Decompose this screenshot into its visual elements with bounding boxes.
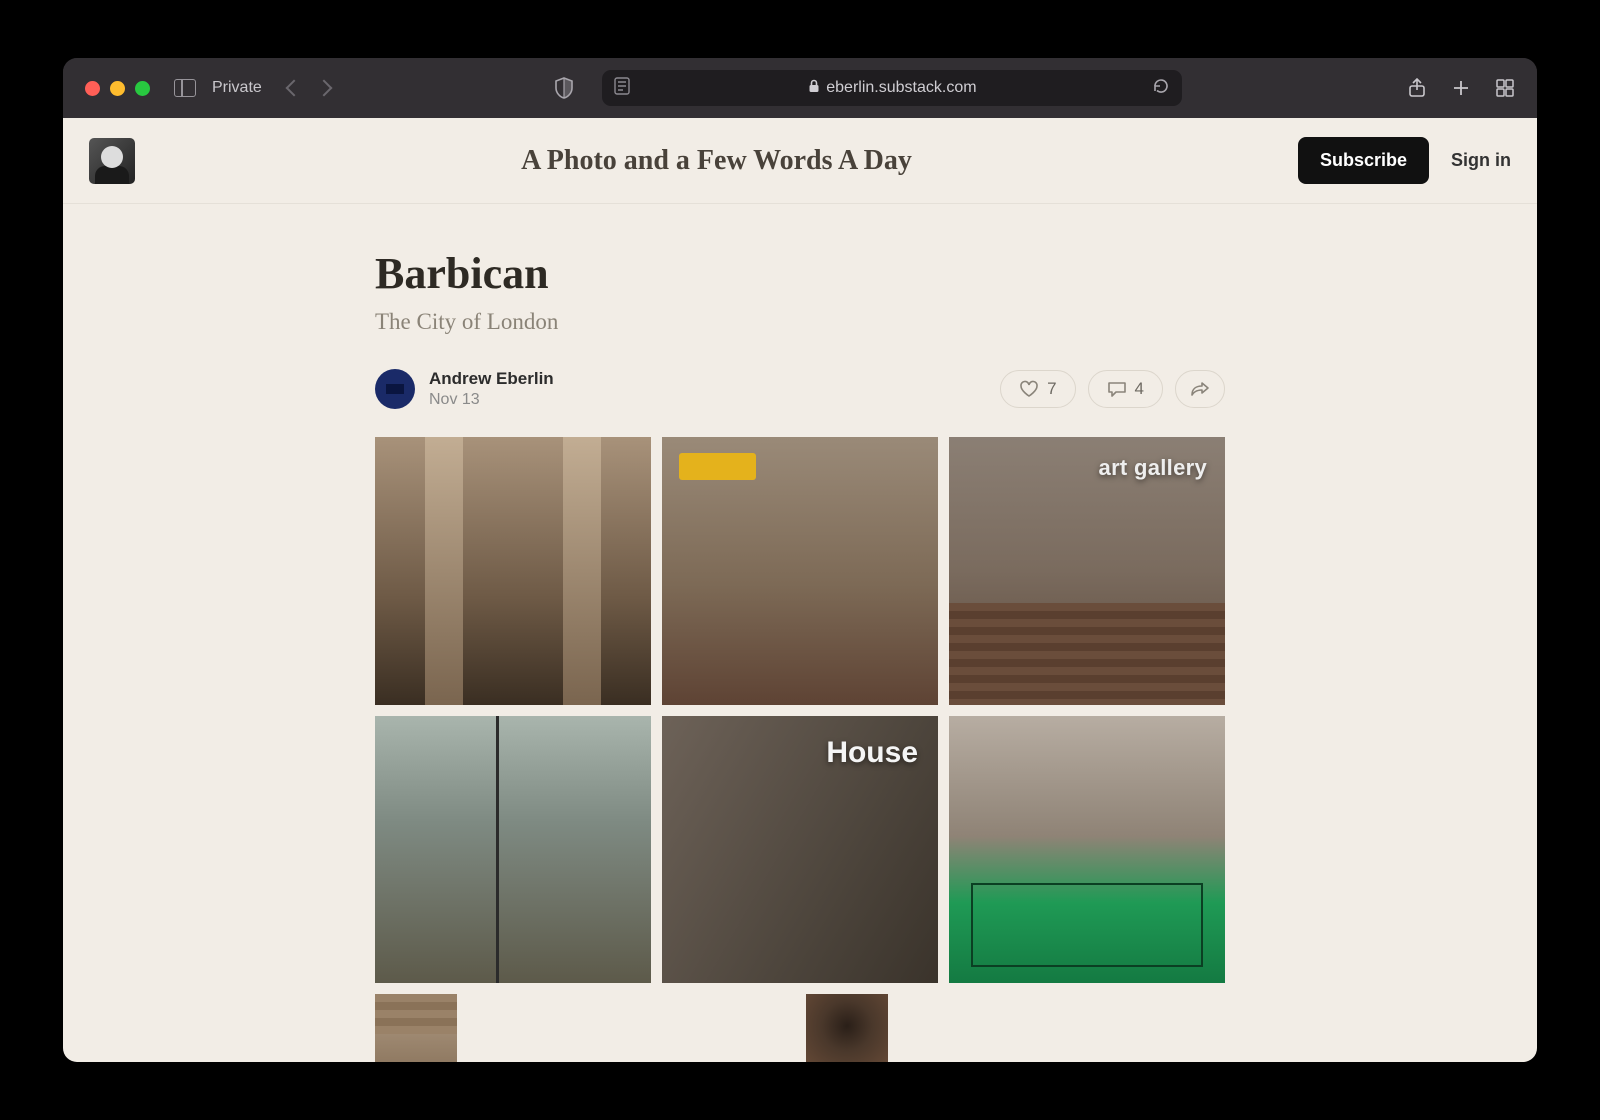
site-header: A Photo and a Few Words A Day Subscribe … <box>63 118 1537 204</box>
new-tab-icon[interactable] <box>1451 78 1471 98</box>
gallery-photo[interactable] <box>375 437 651 705</box>
lock-icon <box>808 79 820 98</box>
toolbar-right <box>1407 78 1515 98</box>
window-close-button[interactable] <box>85 81 100 96</box>
author-avatar[interactable] <box>375 369 415 409</box>
subscribe-button[interactable]: Subscribe <box>1298 137 1429 184</box>
gallery-photo[interactable] <box>375 994 457 1062</box>
author-block: Andrew Eberlin Nov 13 <box>429 369 554 409</box>
site-title[interactable]: A Photo and a Few Words A Day <box>135 145 1298 177</box>
window-zoom-button[interactable] <box>135 81 150 96</box>
browser-window: Private eberlin.substack.com <box>63 58 1537 1062</box>
sidebar-toggle-icon[interactable] <box>174 79 196 97</box>
gallery-photo[interactable]: House <box>662 716 938 984</box>
share-arrow-icon <box>1190 381 1210 397</box>
header-actions: Subscribe Sign in <box>1298 137 1511 184</box>
page-content: A Photo and a Few Words A Day Subscribe … <box>63 118 1537 1062</box>
post: Barbican The City of London Andrew Eberl… <box>375 204 1225 1062</box>
gallery-photo[interactable] <box>949 716 1225 984</box>
like-count: 7 <box>1047 379 1056 399</box>
nav-arrows <box>288 82 330 94</box>
photo-grid-row <box>375 994 1225 1062</box>
browser-titlebar: Private eberlin.substack.com <box>63 58 1537 118</box>
url-text: eberlin.substack.com <box>826 79 976 97</box>
private-mode-label: Private <box>212 79 262 97</box>
url-bar[interactable]: eberlin.substack.com <box>602 70 1182 106</box>
photo-grid: art gallery House <box>375 437 1225 983</box>
gallery-photo[interactable] <box>806 994 888 1062</box>
gallery-photo[interactable] <box>375 716 651 984</box>
comment-count: 4 <box>1135 379 1144 399</box>
post-title: Barbican <box>375 248 1225 299</box>
byline-row: Andrew Eberlin Nov 13 7 4 <box>375 369 1225 409</box>
comment-icon <box>1107 380 1127 398</box>
author-name[interactable]: Andrew Eberlin <box>429 369 554 389</box>
post-date: Nov 13 <box>429 391 554 409</box>
traffic-lights <box>85 81 150 96</box>
tab-overview-icon[interactable] <box>1495 78 1515 98</box>
signin-link[interactable]: Sign in <box>1451 150 1511 171</box>
heart-icon <box>1019 380 1039 398</box>
comment-button[interactable]: 4 <box>1088 370 1163 408</box>
gallery-photo[interactable]: art gallery <box>949 437 1225 705</box>
post-subtitle: The City of London <box>375 309 1225 335</box>
engagement-bar: 7 4 <box>1000 370 1225 408</box>
privacy-shield-icon[interactable] <box>554 77 574 99</box>
photo-caption: art gallery <box>1099 455 1207 481</box>
forward-button[interactable] <box>315 80 332 97</box>
share-icon[interactable] <box>1407 78 1427 98</box>
window-minimize-button[interactable] <box>110 81 125 96</box>
gallery-photo[interactable] <box>662 437 938 705</box>
like-button[interactable]: 7 <box>1000 370 1075 408</box>
reload-icon[interactable] <box>1152 77 1170 100</box>
reader-mode-icon[interactable] <box>614 77 630 99</box>
back-button[interactable] <box>285 80 302 97</box>
site-avatar[interactable] <box>89 138 135 184</box>
photo-caption: House <box>826 736 918 770</box>
share-button[interactable] <box>1175 370 1225 408</box>
